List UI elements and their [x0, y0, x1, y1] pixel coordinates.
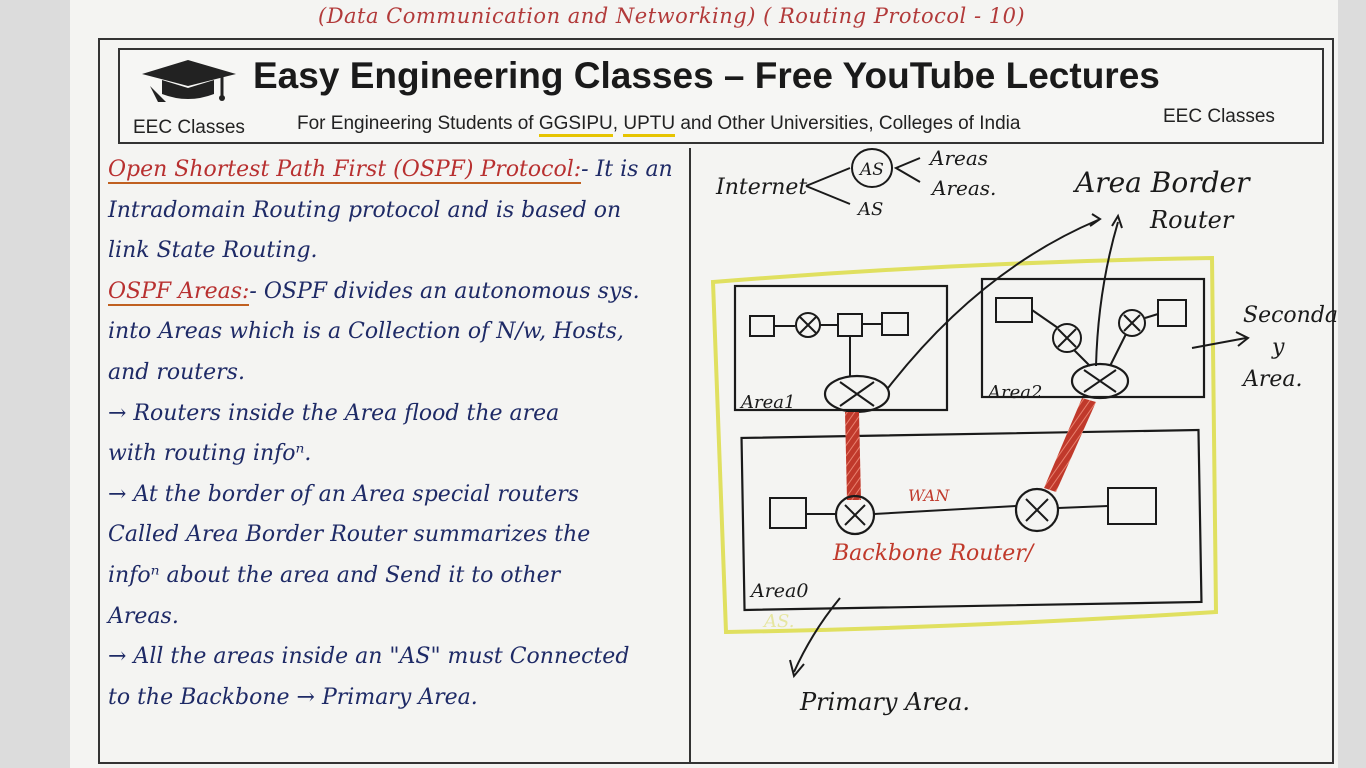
area2-label: Area2 [986, 382, 1042, 403]
note-line-10: Called Area Border Router summarizes the [108, 522, 591, 548]
internet-label: Internet [715, 175, 807, 200]
backbone-router-label: Backbone Router/ [832, 541, 1036, 566]
wan-link [873, 505, 1017, 515]
as-faint-label: AS. [762, 611, 794, 632]
host-icon [749, 315, 775, 337]
host-icon [1107, 487, 1157, 525]
secondary-label-2: y [1271, 335, 1285, 360]
note-text: - It is an [581, 157, 673, 182]
wan-label: WAN [908, 486, 950, 505]
host-icon [1157, 299, 1187, 327]
area0-box [740, 428, 1203, 612]
subtitle-uptu: UPTU [623, 113, 676, 137]
channel-tag-right: EEC Classes [1163, 106, 1275, 127]
graduation-cap-icon [142, 60, 236, 102]
note-line-7: → Routers inside the Area flood the area [108, 400, 560, 426]
subtitle-separator: , [612, 113, 624, 134]
note-line-4: OSPF Areas:- OSPF divides an autonomous … [108, 272, 688, 313]
note-line-8: with routing infoⁿ. [108, 441, 312, 467]
note-line-11: infoⁿ about the area and Send it to othe… [108, 562, 561, 588]
area1-label: Area1 [739, 392, 795, 413]
backbone-link-1 [845, 412, 861, 500]
note-line-14: to the Backbone → Primary Area. [108, 684, 478, 710]
abr-arrow-2 [1095, 221, 1119, 367]
note-line-13: → All the areas inside an "AS" must Conn… [108, 644, 630, 670]
channel-title: Easy Engineering Classes – Free YouTube … [253, 55, 1160, 96]
note-line-6: and routers. [108, 359, 245, 385]
secondary-label-3: Area. [1241, 367, 1303, 392]
abr-label-2: Router [1149, 206, 1235, 234]
host-icon [837, 313, 863, 337]
subtitle-suffix: and Other Universities, Colleges of Indi… [675, 113, 1021, 134]
ospf-area-diagram: Internet AS AS Areas Areas. Area Border … [710, 146, 1338, 716]
note-text: - OSPF divides an autonomous sys. [249, 278, 640, 304]
note-line-3: link State Routing. [108, 238, 318, 264]
note-line-9: → At the border of an Area special route… [108, 481, 579, 507]
as-circle-label: AS [858, 160, 884, 180]
abr-label-1: Area Border [1072, 166, 1251, 199]
abr-arrow-1 [887, 219, 1099, 389]
lecture-notes: Open Shortest Path First (OSPF) Protocol… [108, 150, 688, 718]
areas-label-2: Areas. [930, 176, 996, 200]
areas-branches [893, 157, 921, 183]
internet-branches [805, 167, 851, 205]
host-icon [881, 312, 909, 336]
as-label: AS [856, 199, 883, 220]
subtitle-ggsipu: GGSIPU [538, 113, 613, 137]
ospf-term: Open Shortest Path First (OSPF) Protocol… [108, 157, 582, 184]
note-line-12: Areas. [108, 603, 179, 629]
note-line-1: Open Shortest Path First (OSPF) Protocol… [108, 150, 688, 191]
areas-label-1: Areas [928, 146, 988, 170]
secondary-arrow [1191, 337, 1247, 349]
primary-area-label: Primary Area. [799, 688, 970, 716]
host-icon [995, 297, 1033, 323]
note-line-2: Intradomain Routing protocol and is base… [108, 197, 622, 223]
subtitle-prefix: For Engineering Students of [297, 113, 539, 134]
backbone-link-2 [1044, 398, 1096, 492]
note-line-5: into Areas which is a Collection of N/w,… [108, 319, 624, 345]
ospf-areas-term: OSPF Areas: [108, 278, 250, 306]
header-subtitle: For Engineering Students of GGSIPU, UPTU… [297, 113, 1021, 137]
area0-label: Area0 [749, 580, 808, 602]
channel-tag-left: EEC Classes [133, 117, 245, 138]
area2-box [980, 277, 1206, 399]
top-caption: (Data Communication and Networking) ( Ro… [318, 4, 1026, 28]
host-icon [769, 497, 807, 529]
secondary-label-1: Seconda [1243, 303, 1338, 328]
